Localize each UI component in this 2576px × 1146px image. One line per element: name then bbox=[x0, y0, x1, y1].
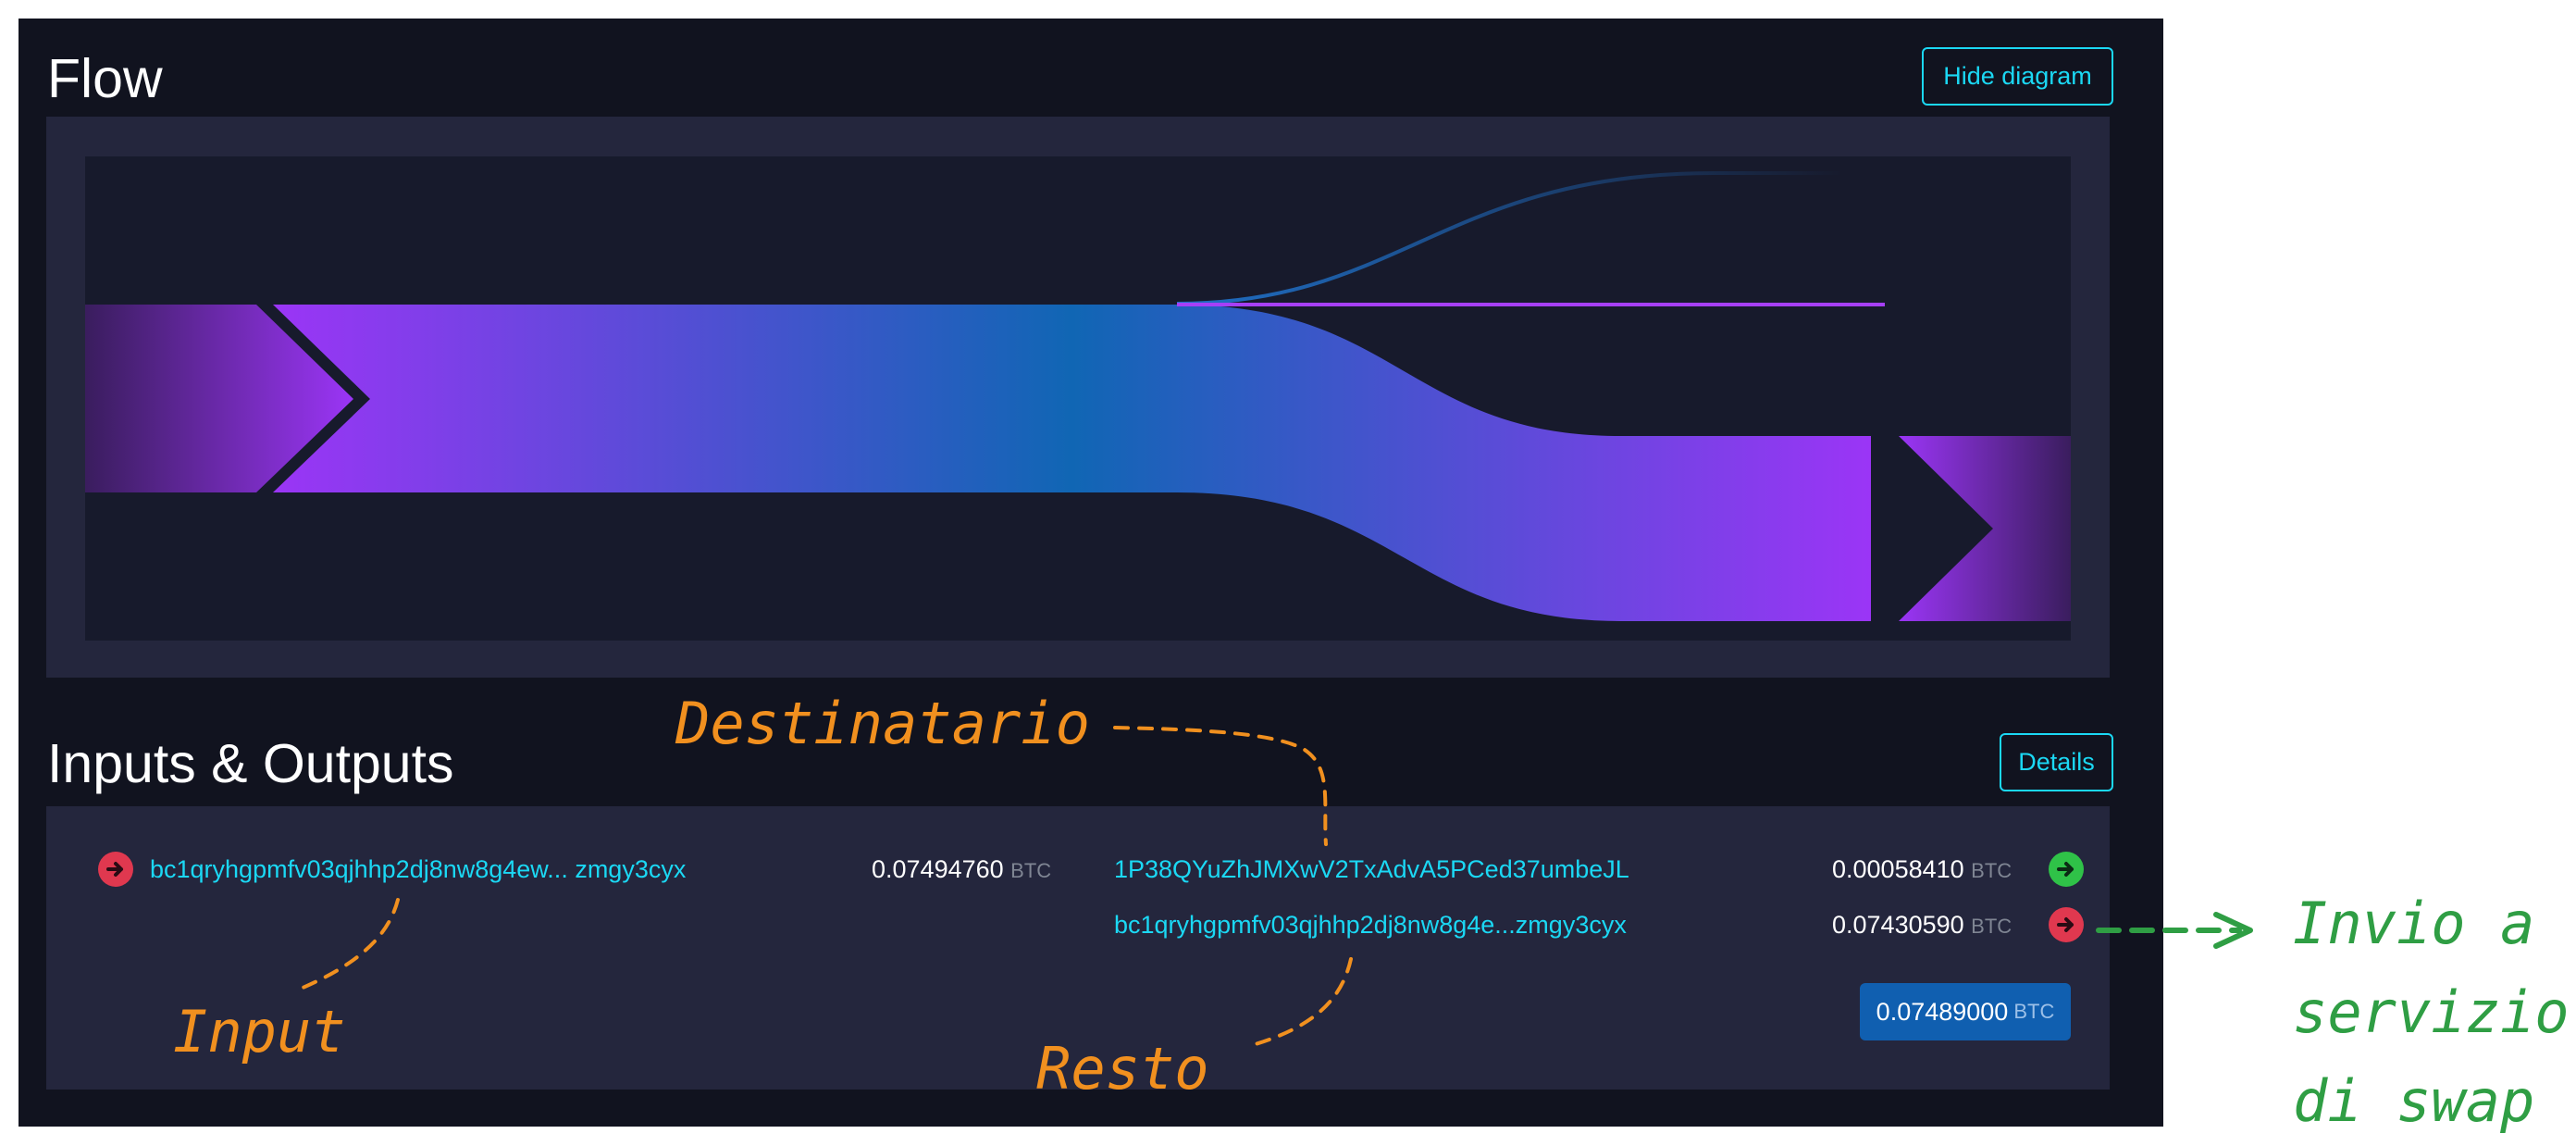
resto-arrow bbox=[1247, 957, 1353, 1048]
destinatario-arrow bbox=[1113, 726, 1328, 846]
annotation-invio-line3: di swap bbox=[2293, 1067, 2535, 1136]
annotation-invio-line1: Invio a bbox=[2293, 890, 2535, 957]
annotation-resto: Resto bbox=[1036, 1035, 1209, 1102]
annotation-destinatario: Destinatario bbox=[675, 690, 1090, 757]
annotation-invio-line2: servizio bbox=[2293, 978, 2570, 1047]
annotation-overlay bbox=[299, 726, 2253, 1048]
input-arrow bbox=[299, 898, 400, 990]
annotation-invio-swap: Invio a servizio di swap bbox=[2293, 879, 2570, 1146]
annotation-input: Input bbox=[173, 998, 346, 1065]
